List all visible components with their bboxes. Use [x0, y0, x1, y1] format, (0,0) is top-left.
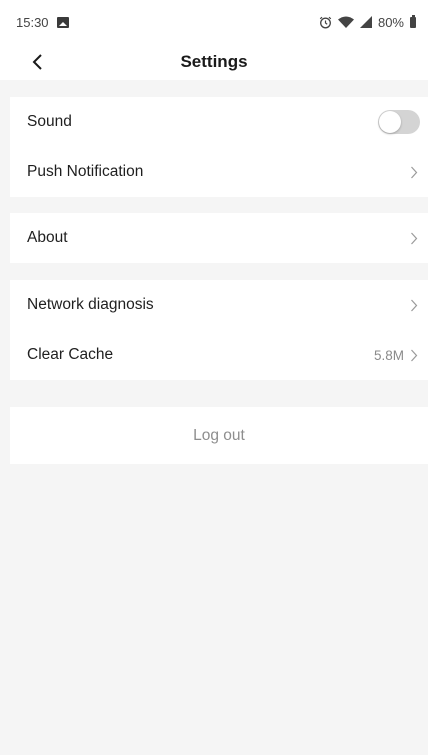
battery-percent: 80% — [377, 14, 404, 30]
image-notification-icon — [56, 16, 69, 28]
push-notification-row[interactable]: Push Notification — [10, 147, 428, 197]
nav-bar: Settings — [0, 44, 428, 80]
chevron-right-icon — [408, 347, 420, 363]
page-title: Settings — [180, 52, 248, 71]
chevron-left-icon — [32, 54, 42, 70]
about-label: About — [27, 229, 68, 246]
row-right — [408, 164, 420, 180]
push-notification-label: Push Notification — [27, 163, 144, 180]
logout-group: Log out — [10, 407, 428, 464]
status-right: 80% — [319, 14, 416, 30]
status-time: 15:30 — [16, 14, 49, 30]
row-right — [408, 230, 420, 246]
clear-cache-row[interactable]: Clear Cache 5.8M — [10, 330, 428, 380]
battery-icon — [410, 14, 416, 28]
sound-toggle[interactable] — [378, 110, 420, 134]
signal-icon — [359, 16, 372, 28]
status-left: 15:30 — [16, 15, 69, 30]
alarm-icon — [319, 16, 332, 28]
cache-size: 5.8M — [373, 347, 404, 363]
row-right — [408, 297, 420, 313]
settings-group-about: About — [10, 213, 428, 263]
clear-cache-label: Clear Cache — [27, 346, 114, 363]
settings-group-storage: Network diagnosis Clear Cache 5.8M — [10, 280, 428, 380]
wifi-icon — [337, 16, 354, 28]
toggle-knob — [379, 111, 401, 133]
logout-button[interactable]: Log out — [10, 407, 428, 464]
network-diagnosis-row[interactable]: Network diagnosis — [10, 280, 428, 330]
chevron-right-icon — [408, 164, 420, 180]
about-row[interactable]: About — [10, 213, 428, 263]
chevron-right-icon — [408, 230, 420, 246]
sound-label: Sound — [27, 113, 72, 130]
sound-row: Sound — [10, 97, 428, 147]
row-right: 5.8M — [374, 347, 420, 363]
back-button[interactable] — [24, 49, 50, 75]
settings-group-general: Sound Push Notification — [10, 97, 428, 197]
status-bar: 15:30 80% — [0, 0, 428, 44]
chevron-right-icon — [408, 297, 420, 313]
network-diagnosis-label: Network diagnosis — [27, 296, 154, 313]
